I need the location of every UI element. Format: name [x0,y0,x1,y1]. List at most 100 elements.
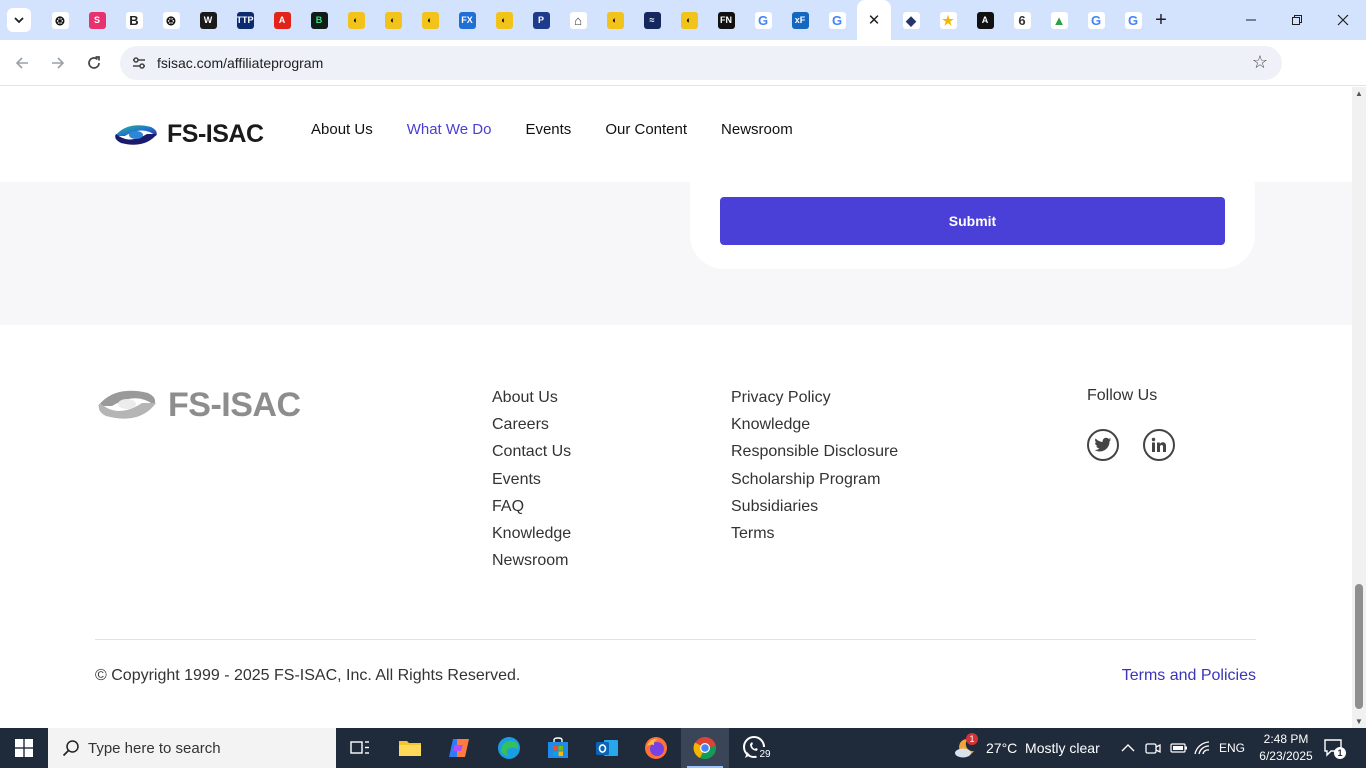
page-scrollbar[interactable]: ▲ ▼ [1352,87,1366,728]
notification-center-button[interactable]: 1 [1322,736,1346,760]
meet-now-button[interactable] [1145,728,1161,768]
tab[interactable]: ◐ [378,6,408,34]
tab[interactable]: xF [785,6,815,34]
restore-button[interactable] [1274,6,1320,34]
footer-link-careers[interactable]: Careers [492,416,571,443]
scrollbar-thumb[interactable] [1355,584,1363,709]
tab[interactable]: B [119,6,149,34]
linkedin-link[interactable] [1143,429,1175,461]
nav-about-us[interactable]: About Us [311,121,373,138]
nav-what-we-do[interactable]: What We Do [407,121,492,138]
scroll-down-arrow-icon[interactable]: ▼ [1355,717,1363,726]
tab-active[interactable]: ✕ [857,0,891,40]
nav-our-content[interactable]: Our Content [605,121,687,138]
firefox-button[interactable] [632,728,680,768]
show-hidden-icons-button[interactable] [1120,728,1136,768]
footer-link-contact-us[interactable]: Contact Us [492,443,571,470]
address-bar[interactable]: fsisac.com/affiliateprogram ☆ [120,46,1282,80]
tab[interactable]: FN [711,6,741,34]
terms-and-policies-link[interactable]: Terms and Policies [1122,667,1256,685]
tab[interactable]: P [526,6,556,34]
site-info-icon[interactable] [130,54,148,72]
tab[interactable]: ◐ [674,6,704,34]
chart-icon: ⌂ [569,11,587,29]
tab[interactable]: ⊛ [156,6,186,34]
footer-link-newsroom[interactable]: Newsroom [492,552,571,579]
footer-link-subsidiaries[interactable]: Subsidiaries [731,498,898,525]
bookmark-star-icon[interactable]: ☆ [1252,52,1268,73]
nav-events[interactable]: Events [525,121,571,138]
tab[interactable]: ◐ [600,6,630,34]
edge-button[interactable] [485,728,533,768]
back-button[interactable] [9,50,35,76]
chrome-button[interactable] [681,728,729,768]
footer-links-column-2: Privacy Policy Knowledge Responsible Discl… [731,389,898,552]
start-button[interactable] [0,728,48,768]
close-tab-icon[interactable]: ✕ [868,11,881,29]
star-icon: ★ [939,11,957,29]
task-view-button[interactable] [336,728,384,768]
tab-search-button[interactable] [7,8,31,32]
tab[interactable]: S [82,6,112,34]
tab[interactable]: ≈ [637,6,667,34]
scroll-up-arrow-icon[interactable]: ▲ [1355,89,1363,98]
footer-link-knowledge[interactable]: Knowledge [492,525,571,552]
new-tab-button[interactable]: + [1150,8,1172,32]
tab[interactable]: ◐ [341,6,371,34]
tab[interactable]: A [970,6,1000,34]
submit-button[interactable]: Submit [720,197,1225,245]
tab[interactable]: 6 [1007,6,1037,34]
footer-link-about-us[interactable]: About Us [492,389,571,416]
close-window-button[interactable] [1320,6,1366,34]
whatsapp-button[interactable]: 29 [730,728,778,768]
follow-us-label: Follow Us [1087,387,1158,404]
footer-links-column-1: About Us Careers Contact Us Events FAQ Knowle… [492,389,571,579]
taskbar-search-box[interactable]: Type here to search [48,728,336,768]
copilot-button[interactable] [435,728,483,768]
nav-newsroom[interactable]: Newsroom [721,121,793,138]
tab[interactable]: TTP [230,6,260,34]
tab[interactable]: ◐ [415,6,445,34]
yellow-circle-icon: ◐ [495,11,513,29]
language-indicator[interactable]: ENG [1219,728,1245,768]
tab[interactable]: G [748,6,778,34]
tab[interactable]: G [822,6,852,34]
footer-link-terms[interactable]: Terms [731,525,898,552]
tab[interactable]: G [1081,6,1111,34]
tab[interactable]: ★ [933,6,963,34]
tab[interactable]: FX [452,6,482,34]
reload-button[interactable] [81,50,107,76]
forward-button[interactable] [45,50,71,76]
tab[interactable]: ◆ [896,6,926,34]
minimize-button[interactable] [1228,6,1274,34]
battery-button[interactable] [1170,728,1188,768]
url-text[interactable]: fsisac.com/affiliateprogram [157,55,323,71]
footer-link-responsible-disclosure[interactable]: Responsible Disclosure [731,443,898,470]
outlook-button[interactable] [583,728,631,768]
drive-icon: ▲ [1050,11,1068,29]
footer-logo[interactable]: FS-ISAC [96,385,301,425]
google-icon: G [1087,11,1105,29]
tab[interactable]: G [1118,6,1148,34]
tab[interactable]: ▲ [1044,6,1074,34]
file-explorer-button[interactable] [386,728,434,768]
tab[interactable]: ◐ [489,6,519,34]
twitter-link[interactable] [1087,429,1119,461]
tab[interactable]: W [193,6,223,34]
site-logo[interactable]: FS-ISAC [113,120,264,149]
tab[interactable]: A [267,6,297,34]
taskbar-clock[interactable]: 2:48 PM 6/23/2025 [1248,731,1324,765]
network-button[interactable] [1194,728,1210,768]
weather-widget[interactable]: 1 27°C Mostly clear [952,728,1100,768]
footer-link-privacy-policy[interactable]: Privacy Policy [731,389,898,416]
footer-link-events[interactable]: Events [492,471,571,498]
tab[interactable]: B [304,6,334,34]
footer-link-faq[interactable]: FAQ [492,498,571,525]
microsoft-store-button[interactable] [534,728,582,768]
tab[interactable]: ⌂ [563,6,593,34]
footer-link-scholarship-program[interactable]: Scholarship Program [731,471,898,498]
tab[interactable]: ⊛ [45,6,75,34]
green-logo-icon: B [310,11,328,29]
footer-link-knowledge[interactable]: Knowledge [731,416,898,443]
fs-isac-logo-icon [115,124,157,145]
